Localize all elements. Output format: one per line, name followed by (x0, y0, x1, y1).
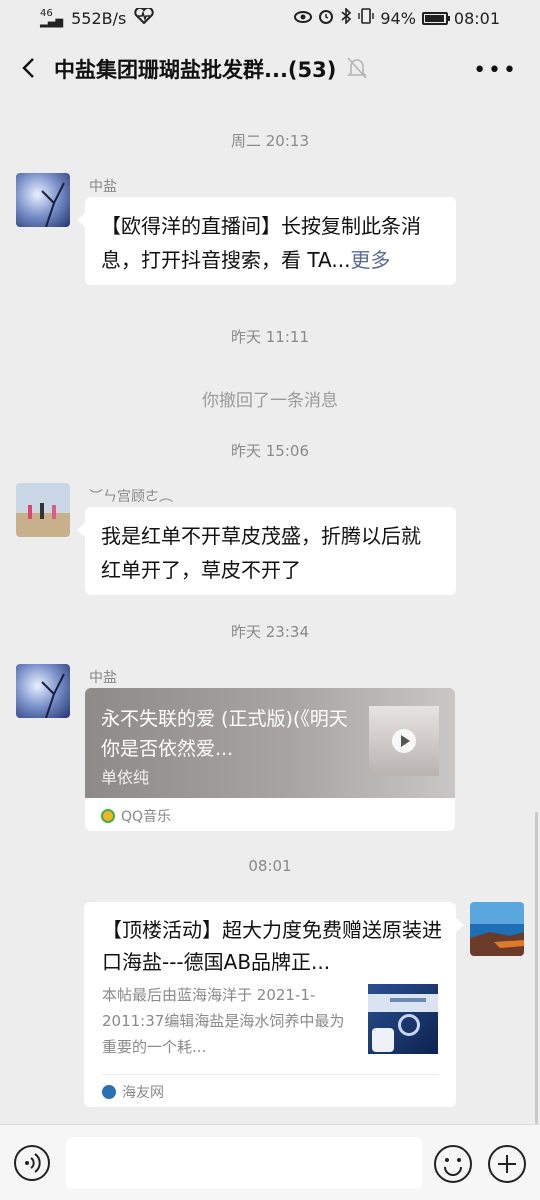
qq-music-icon (101, 809, 115, 823)
timestamp: 08:01 (248, 857, 292, 875)
album-cover (369, 706, 439, 776)
sender-name: ︶ㄣ宫顾ㄜ︵ (89, 489, 173, 505)
emoji-icon[interactable] (434, 1145, 472, 1183)
alarm-icon (318, 8, 334, 28)
battery-percent: 94% (380, 8, 416, 28)
message-text: 我是红单不开草皮茂盛，折腾以后就红单开了，草皮不开了 (101, 524, 421, 582)
song-title: 永不失联的爱 (正式版)(《明天你是否依然爱... (101, 708, 348, 760)
health-icon (134, 6, 154, 28)
message-bubble[interactable]: 我是红单不开草皮茂盛，折腾以后就红单开了，草皮不开了 (77, 507, 456, 595)
signal-icon: 46 ▂▄▆ (40, 8, 64, 28)
scrollbar[interactable] (535, 812, 538, 1124)
timestamp: 昨天 23:34 (231, 623, 309, 641)
back-chevron-icon[interactable] (14, 52, 46, 84)
more-options-button[interactable]: ••• (473, 58, 518, 83)
card-source: QQ音乐 (101, 806, 171, 826)
song-artist: 单依纯 (101, 768, 150, 787)
plus-icon[interactable] (488, 1145, 526, 1183)
card-source: 海友网 (102, 1082, 164, 1102)
avatar[interactable] (16, 483, 70, 537)
vibrate-icon (358, 8, 375, 28)
music-share-card[interactable]: 永不失联的爱 (正式版)(《明天你是否依然爱... 单依纯 QQ音乐 (85, 688, 455, 831)
network-type: 46 (40, 8, 53, 19)
article-thumbnail (368, 984, 438, 1054)
expand-more-link[interactable]: 更多 (350, 248, 390, 272)
card-divider (102, 1074, 438, 1075)
source-name: QQ音乐 (121, 809, 172, 825)
clock: 08:01 (453, 8, 500, 28)
source-name: 海友网 (122, 1085, 164, 1101)
mute-bell-icon (346, 56, 368, 80)
timestamp: 昨天 15:06 (231, 442, 309, 460)
avatar[interactable] (16, 173, 70, 227)
input-bar (0, 1124, 540, 1200)
eye-icon (294, 9, 313, 28)
message-input[interactable] (66, 1137, 422, 1189)
timestamp: 昨天 11:11 (231, 328, 309, 346)
message-bubble[interactable]: 【欧得洋的直播间】长按复制此条消息，打开抖音搜索，看 TA...更多 (77, 197, 456, 285)
article-title: 【顶楼活动】超大力度免费赠送原装进口海盐---德国AB品牌正... (102, 918, 442, 974)
article-share-card[interactable]: 【顶楼活动】超大力度免费赠送原装进口海盐---德国AB品牌正... 本帖最后由蓝… (84, 902, 464, 1107)
sender-name: 中盐 (89, 670, 117, 686)
self-avatar[interactable] (470, 902, 524, 956)
voice-icon[interactable] (14, 1145, 50, 1181)
timestamp: 周二 20:13 (231, 132, 309, 150)
sender-name: 中盐 (89, 179, 117, 195)
article-description: 本帖最后由蓝海海洋于 2021-1-2011:37编辑海盐是海水饲养中最为重要的… (102, 986, 345, 1056)
network-speed: 552B/s (71, 8, 127, 28)
system-message: 你撤回了一条消息 (202, 391, 338, 411)
play-icon[interactable] (392, 729, 416, 753)
music-card-banner: 永不失联的爱 (正式版)(《明天你是否依然爱... 单依纯 (85, 688, 455, 798)
avatar[interactable] (16, 664, 70, 718)
haiyou-logo-icon (102, 1085, 116, 1099)
status-bar: 46 ▂▄▆ 552B/s 94% 08:01 (0, 0, 540, 36)
battery-icon (421, 11, 450, 25)
battery-level (424, 14, 444, 22)
bluetooth-icon (340, 7, 352, 28)
chat-header: 中盐集团珊瑚盐批发群...(53) ••• (0, 36, 540, 100)
chat-title[interactable]: 中盐集团珊瑚盐批发群...(53) (54, 54, 336, 84)
